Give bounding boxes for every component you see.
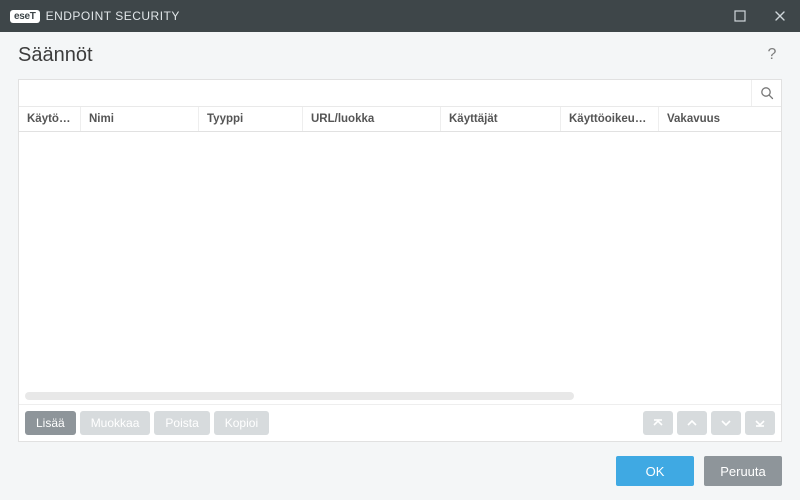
col-url[interactable]: URL/luokka bbox=[303, 107, 441, 131]
dialog-footer: OK Peruuta bbox=[18, 442, 782, 486]
minimize-button[interactable] bbox=[720, 0, 760, 32]
chevron-bottom-icon bbox=[754, 417, 766, 429]
minimize-icon bbox=[734, 10, 746, 22]
move-bottom-button[interactable] bbox=[745, 411, 775, 435]
page-title: Säännöt bbox=[18, 44, 93, 67]
col-enabled[interactable]: Käytössä bbox=[19, 107, 81, 131]
move-up-button[interactable] bbox=[677, 411, 707, 435]
chevron-down-icon bbox=[720, 417, 732, 429]
rules-panel: Käytössä Nimi Tyyppi URL/luokka Käyttäjä… bbox=[18, 79, 782, 442]
horizontal-scrollbar[interactable] bbox=[25, 392, 574, 400]
col-users[interactable]: Käyttäjät bbox=[441, 107, 561, 131]
move-down-button[interactable] bbox=[711, 411, 741, 435]
brand-product: ENDPOINT SECURITY bbox=[46, 9, 180, 23]
table-body[interactable] bbox=[19, 134, 781, 390]
search-icon bbox=[760, 86, 774, 100]
help-button[interactable]: ? bbox=[762, 46, 782, 66]
edit-button[interactable]: Muokkaa bbox=[80, 411, 151, 435]
rules-table: Käytössä Nimi Tyyppi URL/luokka Käyttäjä… bbox=[19, 107, 781, 404]
col-name[interactable]: Nimi bbox=[81, 107, 199, 131]
cancel-button[interactable]: Peruuta bbox=[704, 456, 782, 486]
chevron-up-icon bbox=[686, 417, 698, 429]
move-top-button[interactable] bbox=[643, 411, 673, 435]
reorder-buttons bbox=[643, 411, 775, 435]
search-input[interactable] bbox=[19, 80, 751, 106]
header-row: Säännöt ? bbox=[18, 44, 782, 67]
app-window: eseT ENDPOINT SECURITY Säännöt ? bbox=[0, 0, 800, 500]
col-rights[interactable]: Käyttöoikeudet bbox=[561, 107, 659, 131]
help-icon: ? bbox=[768, 46, 777, 63]
col-type[interactable]: Tyyppi bbox=[199, 107, 303, 131]
add-button[interactable]: Lisää bbox=[25, 411, 76, 435]
close-button[interactable] bbox=[760, 0, 800, 32]
close-icon bbox=[774, 10, 786, 22]
action-row: Lisää Muokkaa Poista Kopioi bbox=[19, 404, 781, 441]
delete-button[interactable]: Poista bbox=[154, 411, 209, 435]
brand: eseT ENDPOINT SECURITY bbox=[10, 9, 180, 23]
search-button[interactable] bbox=[751, 80, 781, 106]
search-row bbox=[19, 80, 781, 107]
brand-badge: eseT bbox=[10, 10, 40, 23]
ok-button[interactable]: OK bbox=[616, 456, 694, 486]
table-header: Käytössä Nimi Tyyppi URL/luokka Käyttäjä… bbox=[19, 107, 781, 132]
dialog-body: Säännöt ? Käytössä Nimi Tyyppi bbox=[0, 32, 800, 500]
copy-button[interactable]: Kopioi bbox=[214, 411, 269, 435]
chevron-top-icon bbox=[652, 417, 664, 429]
titlebar: eseT ENDPOINT SECURITY bbox=[0, 0, 800, 32]
col-severity[interactable]: Vakavuus bbox=[659, 107, 781, 131]
